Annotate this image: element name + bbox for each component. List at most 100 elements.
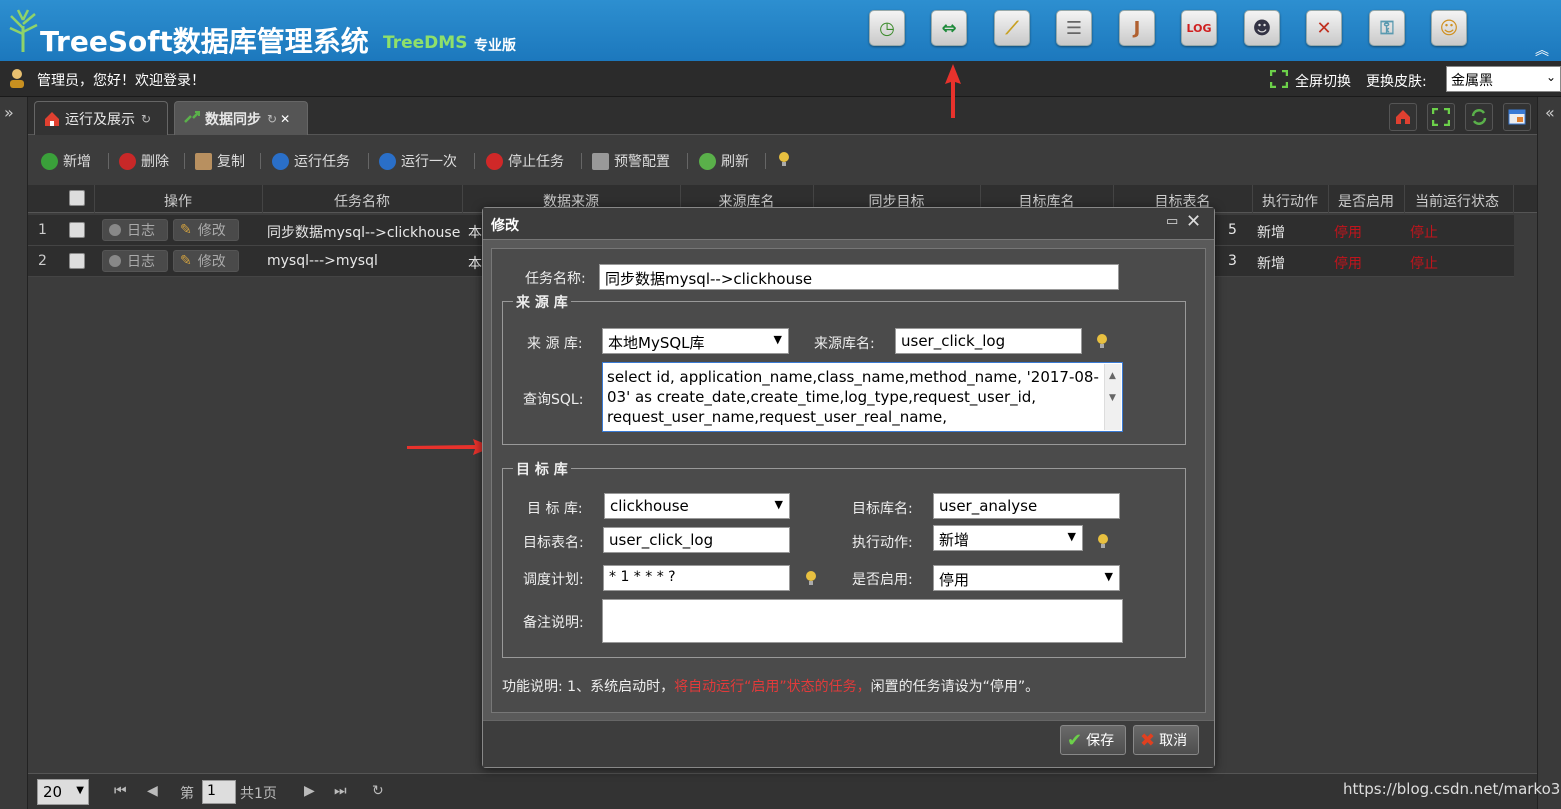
scroll-down-icon[interactable]: ▼: [1109, 388, 1116, 408]
sql-textarea[interactable]: select id, application_name,class_name,m…: [602, 362, 1123, 432]
run-once-button[interactable]: 运行一次: [379, 151, 457, 171]
lightbulb-icon[interactable]: [805, 570, 817, 586]
log-button[interactable]: 日志: [102, 219, 168, 241]
row-checkbox[interactable]: [69, 222, 85, 238]
select-all-checkbox[interactable]: [69, 190, 85, 206]
admin-user-icon[interactable]: ☻: [1244, 10, 1280, 46]
chevron-down-icon: ▼: [1104, 570, 1113, 583]
run-task-button[interactable]: 运行任务: [272, 151, 350, 171]
stop-task-button[interactable]: 停止任务: [486, 151, 564, 171]
enabled-cell: 停用: [1334, 256, 1362, 272]
target-dbname-input[interactable]: user_analyse: [933, 493, 1120, 519]
refresh-tab-icon[interactable]: ↻: [141, 112, 151, 126]
tools-icon[interactable]: ✕: [1306, 10, 1342, 46]
refresh-icon: [699, 152, 716, 170]
expand-left-icon[interactable]: »: [4, 103, 14, 122]
key-icon[interactable]: ⚿: [1369, 10, 1405, 46]
source-dbname-label: 来源库名:: [814, 336, 875, 352]
prev-page-icon[interactable]: ◀: [147, 783, 158, 799]
chart-icon[interactable]: ⟋: [994, 10, 1030, 46]
first-page-icon[interactable]: ⏮: [114, 783, 127, 799]
tab-data-sync[interactable]: 数据同步 ↻ ✕: [174, 101, 308, 135]
source-dbname-input[interactable]: user_click_log: [895, 328, 1082, 354]
home-button[interactable]: [1389, 103, 1417, 131]
edit-button[interactable]: ✎ 修改: [173, 219, 239, 241]
reload-icon[interactable]: ↻: [372, 783, 384, 799]
tips-button[interactable]: [778, 151, 790, 168]
col-header-task-name[interactable]: 任务名称: [262, 191, 462, 211]
col-header-actions[interactable]: 操作: [94, 191, 262, 211]
add-button[interactable]: 新增: [41, 151, 91, 171]
page-number-input[interactable]: 1: [202, 780, 236, 804]
next-page-icon[interactable]: ▶: [304, 783, 315, 799]
clock-icon[interactable]: ◷: [869, 10, 905, 46]
home-icon: [45, 111, 59, 126]
java-icon[interactable]: J: [1119, 10, 1155, 46]
collapse-up-icon[interactable]: ︽: [1535, 40, 1549, 60]
run-status-cell: 停止: [1410, 256, 1438, 272]
cancel-button[interactable]: ✖ 取消: [1133, 725, 1199, 755]
save-button[interactable]: ✔ 保存: [1060, 725, 1126, 755]
chevron-down-icon: ▼: [76, 785, 84, 796]
fullscreen-toggle[interactable]: 全屏切换: [1295, 71, 1351, 91]
dialog-footer: ✔ 保存 ✖ 取消: [483, 720, 1214, 767]
enabled-value: 停用: [939, 571, 970, 589]
dialog-body: 任务名称: 同步数据mysql-->clickhouse 来 源 库 来 源 库…: [491, 248, 1206, 713]
skin-select-value: 金属黑: [1451, 73, 1493, 89]
log-icon[interactable]: LOG: [1181, 10, 1217, 46]
close-icon[interactable]: ✕: [280, 112, 290, 126]
note-suffix: 闲置的任务请设为“停用”。: [870, 679, 1040, 695]
log-label: 日志: [127, 254, 155, 270]
target-table-input[interactable]: user_click_log: [603, 527, 790, 553]
refresh-button[interactable]: 刷新: [699, 151, 749, 171]
refresh-tab-icon[interactable]: ↻: [267, 112, 277, 126]
search-icon: [109, 255, 121, 267]
play-icon: [379, 152, 396, 170]
tab-label: 运行及展示: [65, 111, 135, 128]
schedule-input[interactable]: * 1 * * * ?: [603, 565, 790, 591]
skin-select[interactable]: 金属黑 ⌄: [1446, 66, 1561, 92]
maximize-icon[interactable]: ▭: [1166, 214, 1178, 229]
refresh-button[interactable]: [1465, 103, 1493, 131]
page-size-select[interactable]: 20 ▼: [37, 779, 89, 805]
row-checkbox[interactable]: [69, 253, 85, 269]
action-select[interactable]: 新增 ▼: [933, 525, 1083, 551]
cancel-label: 取消: [1159, 733, 1188, 749]
expand-right-icon[interactable]: «: [1545, 103, 1555, 122]
target-db-select[interactable]: clickhouse ▼: [604, 493, 790, 519]
alert-config-button[interactable]: 预警配置: [592, 151, 670, 171]
task-name-cell: 同步数据mysql-->clickhouse: [267, 225, 461, 241]
lightbulb-icon[interactable]: [1096, 333, 1108, 349]
edit-button[interactable]: ✎ 修改: [173, 250, 239, 272]
close-icon[interactable]: ✕: [1186, 211, 1201, 232]
task-name-input[interactable]: 同步数据mysql-->clickhouse: [599, 264, 1119, 290]
maximize-button[interactable]: [1427, 103, 1455, 131]
data-source-cell: 本: [468, 225, 482, 241]
fullscreen-icon[interactable]: [1270, 70, 1288, 88]
last-page-icon[interactable]: ⏭: [334, 783, 347, 799]
log-button[interactable]: 日志: [102, 250, 168, 272]
help-icon[interactable]: ☺: [1431, 10, 1467, 46]
col-header-run-status[interactable]: 当前运行状态: [1404, 191, 1510, 211]
scrollbar[interactable]: ▲ ▼: [1104, 364, 1121, 430]
col-header-action[interactable]: 执行动作: [1252, 191, 1328, 211]
chevron-down-icon: ▼: [1067, 530, 1076, 543]
enabled-cell: 停用: [1334, 225, 1362, 241]
skin-label: 更换皮肤:: [1366, 74, 1427, 90]
source-db-select[interactable]: 本地MySQL库 ▼: [602, 328, 789, 354]
database-icon[interactable]: ☰: [1056, 10, 1092, 46]
scroll-up-icon[interactable]: ▲: [1109, 366, 1116, 386]
sync-icon: [184, 110, 200, 123]
window-list-button[interactable]: [1503, 103, 1531, 131]
stop-icon: [486, 152, 503, 170]
sync-arrows-icon[interactable]: ⇔: [931, 10, 967, 46]
lightbulb-icon[interactable]: [1097, 533, 1109, 549]
remark-textarea[interactable]: [602, 599, 1123, 643]
tab-run-display[interactable]: 运行及展示 ↻: [34, 101, 168, 135]
col-header-enabled[interactable]: 是否启用: [1328, 191, 1404, 211]
source-db-value: 本地MySQL库: [608, 334, 705, 352]
copy-button[interactable]: 复制: [195, 151, 245, 171]
delete-button[interactable]: 删除: [119, 151, 169, 171]
plus-icon: [41, 152, 58, 170]
enabled-select[interactable]: 停用 ▼: [933, 565, 1120, 591]
